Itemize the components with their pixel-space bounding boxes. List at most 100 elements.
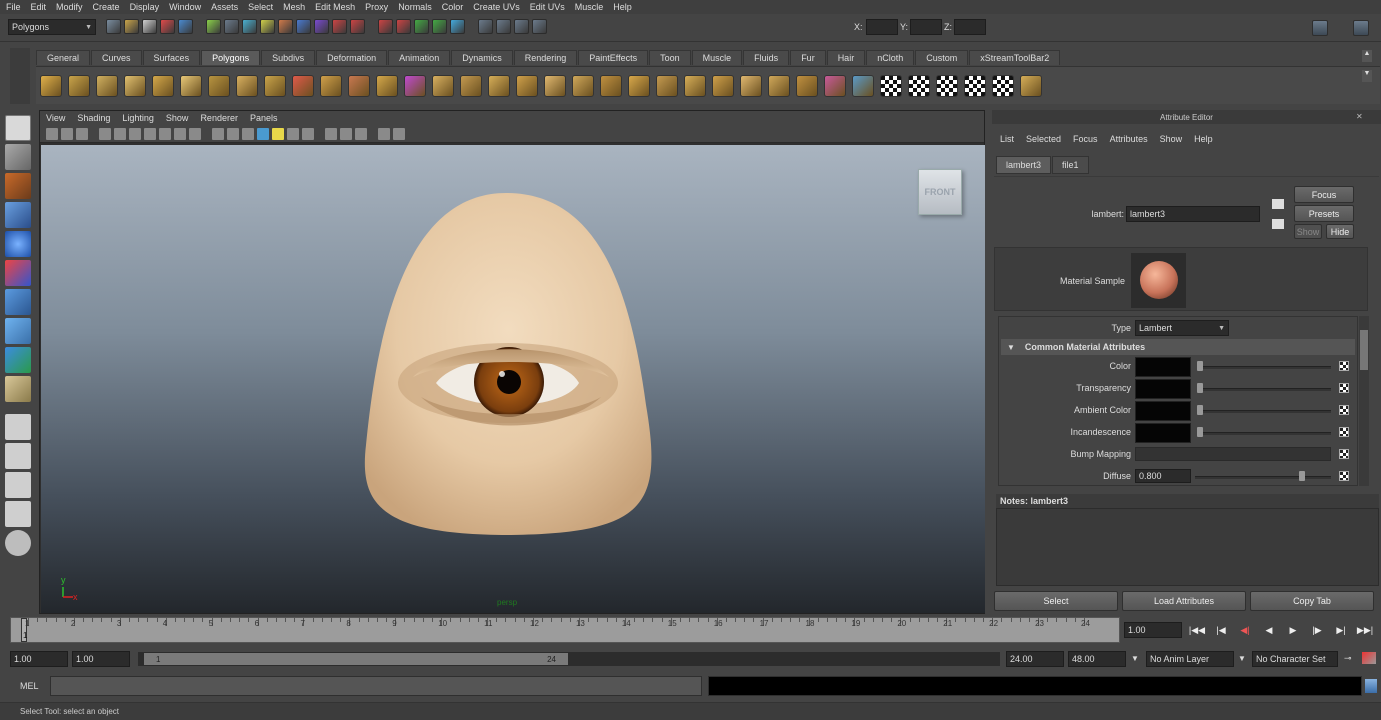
vp-wireframe-on-shaded-icon[interactable]: [242, 127, 254, 140]
shelf-tab-fur[interactable]: Fur: [790, 50, 826, 65]
vp-camera-mode-icon[interactable]: [355, 127, 367, 140]
ae-tab-file1[interactable]: file1: [1052, 156, 1089, 174]
vp-lights-icon[interactable]: [272, 127, 284, 140]
shelf-combine-icon[interactable]: [348, 74, 370, 97]
shelf-tab-hair[interactable]: Hair: [826, 50, 866, 65]
attr-slider-knob[interactable]: [1197, 427, 1203, 437]
attr-slider-knob[interactable]: [1197, 383, 1203, 393]
shelf-mirror-icon[interactable]: [824, 74, 846, 97]
type-dropdown[interactable]: Lambert ▼: [1135, 320, 1229, 336]
snap-grid-icon[interactable]: [224, 19, 239, 34]
vp-camera-icon[interactable]: [46, 127, 58, 140]
show-manipulator-icon[interactable]: [5, 347, 31, 373]
shelf-tab-surfaces[interactable]: Surfaces: [142, 50, 201, 65]
section-header[interactable]: ▼ Common Material Attributes: [1001, 339, 1355, 355]
output-ops-icon[interactable]: [496, 19, 511, 34]
command-input[interactable]: [50, 676, 702, 696]
menu-create-uvs[interactable]: Create UVs: [473, 2, 520, 12]
vp-isolate-select-icon[interactable]: [325, 127, 337, 140]
end-time-field[interactable]: 48.00: [1068, 651, 1126, 667]
menu-normals[interactable]: Normals: [398, 2, 432, 12]
color-swatch[interactable]: [1135, 423, 1191, 443]
shelf-extrude-icon[interactable]: [572, 74, 594, 97]
character-set-dropdown[interactable]: No Character Set: [1252, 651, 1338, 667]
shelf-tab-painteffects[interactable]: PaintEffects: [578, 50, 649, 65]
select-component-icon[interactable]: [206, 19, 221, 34]
new-scene-icon[interactable]: [106, 19, 121, 34]
load-attributes-button[interactable]: Load Attributes: [1122, 591, 1246, 611]
diffuse-slider-knob[interactable]: [1299, 471, 1305, 481]
ae-menu-focus[interactable]: Focus: [1073, 134, 1098, 144]
attr-slider-knob[interactable]: [1197, 361, 1203, 371]
script-editor-icon[interactable]: [1365, 679, 1377, 693]
shelf-hls-icon[interactable]: [1020, 74, 1042, 97]
single-pane-layout-icon[interactable]: [5, 414, 31, 440]
y-input[interactable]: [910, 19, 942, 35]
history-icon-icon[interactable]: [332, 19, 347, 34]
ae-menu-help[interactable]: Help: [1194, 134, 1213, 144]
current-time-field[interactable]: 1.00: [1124, 622, 1182, 638]
shelf-tab-xstreamtoolbar2[interactable]: xStreamToolBar2: [969, 50, 1061, 65]
vp-hud-icon[interactable]: [393, 127, 405, 140]
viewport-menu-show[interactable]: Show: [166, 113, 189, 123]
ipr-render-icon[interactable]: [396, 19, 411, 34]
step-back-frame-icon[interactable]: ◀|: [1236, 622, 1254, 638]
shelf-quadrangulate-icon[interactable]: [544, 74, 566, 97]
shelf-checker-c-icon[interactable]: [936, 74, 958, 97]
close-icon[interactable]: ✕: [1356, 112, 1363, 121]
notes-textarea[interactable]: [996, 508, 1379, 586]
auto-key-icon[interactable]: [1362, 652, 1376, 664]
shelf-append-icon[interactable]: [628, 74, 650, 97]
scale-tool-icon[interactable]: [5, 260, 31, 286]
map-button-icon[interactable]: [1339, 383, 1349, 393]
select-hierarchy-icon[interactable]: [160, 19, 175, 34]
vp-xray-joints-icon[interactable]: [340, 127, 352, 140]
shelf-soccer-ball-icon[interactable]: [292, 74, 314, 97]
diffuse-input[interactable]: 0.800: [1135, 469, 1191, 483]
map-button-icon[interactable]: [1339, 405, 1349, 415]
step-forward-frame-icon[interactable]: |▶: [1308, 622, 1326, 638]
channel-box-toggle-icon[interactable]: [1312, 20, 1328, 36]
hypershade-layout-icon[interactable]: [5, 530, 31, 556]
menu-display[interactable]: Display: [130, 2, 160, 12]
step-forward-key-icon[interactable]: ▶|: [1332, 622, 1350, 638]
attr-slider[interactable]: [1197, 410, 1331, 413]
input-connection-icon[interactable]: [1272, 199, 1284, 209]
attr-slider[interactable]: [1197, 366, 1331, 369]
shelf-cube-icon[interactable]: [68, 74, 90, 97]
shelf-tab-custom[interactable]: Custom: [915, 50, 969, 65]
start-range-field[interactable]: 1.00: [72, 651, 130, 667]
focus-button[interactable]: Focus: [1294, 186, 1354, 203]
vp-grid-icon[interactable]: [114, 127, 126, 140]
color-swatch[interactable]: [1135, 357, 1191, 377]
viewport-menu-lighting[interactable]: Lighting: [122, 113, 154, 123]
shelf-cone-icon[interactable]: [124, 74, 146, 97]
vp-resolution-icon[interactable]: [378, 127, 390, 140]
shelf-tab-curves[interactable]: Curves: [91, 50, 142, 65]
vp-image-plane-icon[interactable]: [99, 127, 111, 140]
shelf-prism-icon[interactable]: [208, 74, 230, 97]
viewport-menu-renderer[interactable]: Renderer: [200, 113, 238, 123]
range-slider-track[interactable]: 1 24: [138, 652, 1000, 666]
start-time-field[interactable]: 1.00: [10, 651, 68, 667]
shelf-tab-general[interactable]: General: [36, 50, 91, 65]
shelf-offset-loop-icon[interactable]: [712, 74, 734, 97]
z-input[interactable]: [954, 19, 986, 35]
vp-shadows-icon[interactable]: [287, 127, 299, 140]
snap-plane-icon[interactable]: [278, 19, 293, 34]
menu-edit-mesh[interactable]: Edit Mesh: [315, 2, 355, 12]
map-button-icon[interactable]: [1339, 361, 1349, 371]
input-ops-icon[interactable]: [478, 19, 493, 34]
shelf-tab-ncloth[interactable]: nCloth: [866, 50, 915, 65]
menu-edit[interactable]: Edit: [31, 2, 47, 12]
shelf-tab-toon[interactable]: Toon: [649, 50, 691, 65]
ae-menu-list[interactable]: List: [1000, 134, 1014, 144]
color-swatch[interactable]: [1135, 401, 1191, 421]
menu-color[interactable]: Color: [442, 2, 464, 12]
shelf-tab-dynamics[interactable]: Dynamics: [451, 50, 513, 65]
presets-button[interactable]: Presets: [1294, 205, 1354, 222]
menu-mesh[interactable]: Mesh: [283, 2, 305, 12]
copy-tab-button[interactable]: Copy Tab: [1250, 591, 1374, 611]
paint-select-tool-icon[interactable]: [5, 173, 31, 199]
vp-safe-action-icon[interactable]: [159, 127, 171, 140]
